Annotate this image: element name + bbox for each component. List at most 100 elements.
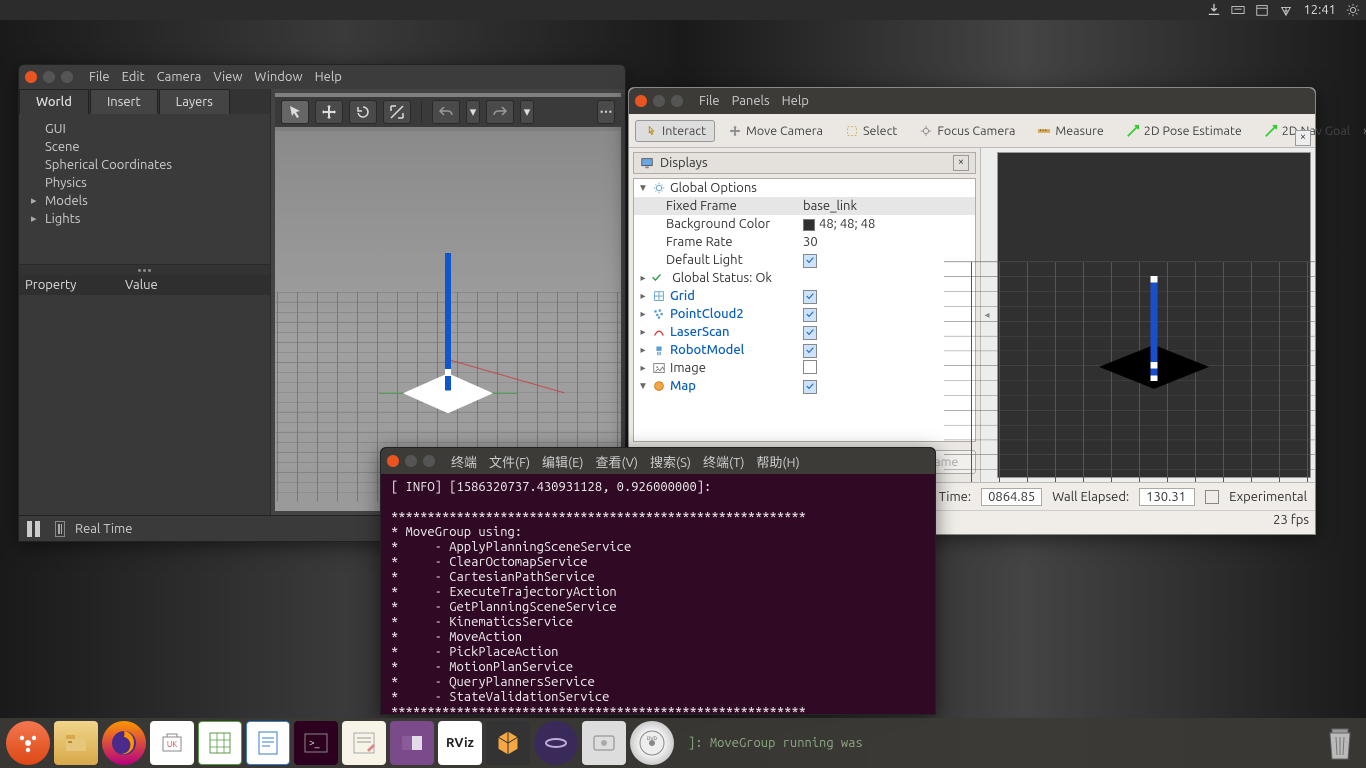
menu-terminal[interactable]: 终端 [451,452,477,471]
dock-disk-icon[interactable] [582,721,626,765]
dock-gazebo-icon[interactable] [486,721,530,765]
dock-calc-icon[interactable] [198,721,242,765]
svg-text:>_: >_ [309,737,320,748]
experimental-checkbox[interactable] [1205,490,1219,504]
image-checkbox[interactable] [803,360,817,374]
dock-writer-icon[interactable] [246,721,290,765]
maximize-icon[interactable] [423,455,435,467]
tool-move-icon[interactable] [315,100,343,124]
calendar-icon[interactable] [1255,3,1269,17]
tree-gui[interactable]: GUI [23,120,266,138]
tool-move-camera[interactable]: Move Camera [719,120,832,142]
close-icon[interactable] [387,455,399,467]
tool-undo-icon[interactable] [432,100,460,124]
menu-terminal2[interactable]: 终端(T) [703,452,744,471]
tool-select[interactable]: Select [836,120,906,142]
minimize-icon[interactable] [653,95,665,107]
tool-redo-dropdown-icon[interactable]: ▾ [520,100,534,124]
dock-rviz-icon[interactable]: RViz [438,721,482,765]
pause-button[interactable] [27,521,45,537]
close-icon[interactable] [25,71,37,83]
tool-interact[interactable]: Interact [635,120,715,142]
tool-rotate-icon[interactable] [349,100,377,124]
trash-icon[interactable] [1320,721,1360,765]
monitor-icon [640,156,654,170]
time-field[interactable]: 0864.85 [981,488,1042,506]
tab-insert[interactable]: Insert [90,89,158,114]
dock-software-icon[interactable]: UK [150,721,194,765]
menu-search[interactable]: 搜索(S) [650,452,691,471]
tool-more-icon[interactable]: ⋯ [597,100,615,124]
dock-terminal-icon[interactable]: >_ [294,721,338,765]
menu-view[interactable]: 查看(V) [596,452,638,471]
close-icon[interactable] [635,95,647,107]
tool-2d-pose[interactable]: 2D Pose Estimate [1117,120,1251,142]
minimize-icon[interactable] [405,455,417,467]
grid-checkbox[interactable] [803,290,817,304]
tree-physics[interactable]: Physics [23,174,266,192]
menu-file[interactable]: 文件(F) [489,452,530,471]
default-light-checkbox[interactable] [803,254,817,268]
laserscan-icon [652,325,666,339]
tool-select-icon[interactable] [281,100,309,124]
keyboard-icon[interactable] [1231,3,1245,17]
menu-help[interactable]: Help [782,94,809,108]
tab-layers[interactable]: Layers [159,89,230,114]
terminal-titlebar[interactable]: 终端 文件(F) 编辑(E) 查看(V) 搜索(S) 终端(T) 帮助(H) [381,448,935,474]
minimize-icon[interactable] [43,71,55,83]
tool-measure[interactable]: Measure [1028,120,1112,142]
maximize-icon[interactable] [61,71,73,83]
menu-help[interactable]: Help [315,70,342,84]
grid-icon [652,289,666,303]
rviz-3d-view[interactable] [997,152,1311,478]
dock-eclipse-icon[interactable] [534,721,578,765]
tree-models[interactable]: Models [23,192,266,210]
tool-redo-icon[interactable] [486,100,514,124]
menu-help[interactable]: 帮助(H) [756,452,799,471]
dock-dvd-icon[interactable]: DVD [630,721,674,765]
terminal-window[interactable]: 终端 文件(F) 编辑(E) 查看(V) 搜索(S) 终端(T) 帮助(H) [… [380,447,936,715]
menu-file[interactable]: File [89,70,110,84]
tool-focus-camera[interactable]: Focus Camera [910,120,1024,142]
pointcloud-checkbox[interactable] [803,308,817,322]
map-checkbox[interactable] [803,380,817,394]
tool-undo-dropdown-icon[interactable]: ▾ [466,100,480,124]
dock-dash-icon[interactable] [6,721,50,765]
gazebo-titlebar[interactable]: File Edit Camera View Window Help [19,65,625,89]
dock-editor-icon[interactable] [342,721,386,765]
clock-time[interactable]: 12:41 [1303,3,1336,17]
network-icon[interactable] [1279,3,1293,17]
dock-files-icon[interactable] [54,721,98,765]
menu-camera[interactable]: Camera [157,70,202,84]
menu-edit[interactable]: Edit [122,70,145,84]
menu-view[interactable]: View [213,70,242,84]
robotmodel-checkbox[interactable] [803,344,817,358]
tree-lights[interactable]: Lights [23,210,266,228]
displays-tree[interactable]: ▼Global Options Fixed Framebase_link Bac… [633,178,976,442]
dock-firefox-icon[interactable] [102,721,146,765]
dock: UK >_ RViz DVD ]: MoveGroup running was [0,718,1366,768]
laserscan-checkbox[interactable] [803,326,817,340]
close-panel-icon[interactable]: × [953,155,969,171]
tool-scale-icon[interactable] [383,100,411,124]
menu-window[interactable]: Window [254,70,302,84]
gear-icon[interactable] [1346,3,1360,17]
realtime-label: Real Time [75,522,132,536]
menu-file[interactable]: File [699,94,720,108]
dock-app-icon[interactable] [390,721,434,765]
menu-panels[interactable]: Panels [732,94,770,108]
menu-edit[interactable]: 编辑(E) [542,452,583,471]
tab-world[interactable]: World [19,89,89,114]
terminal-output[interactable]: [ INFO] [1586320737.430931128, 0.9260000… [381,474,935,714]
download-icon[interactable] [1207,3,1221,17]
tree-scene[interactable]: Scene [23,138,266,156]
tree-spherical[interactable]: Spherical Coordinates [23,156,266,174]
focus-icon [919,124,933,138]
step-button[interactable] [55,521,65,537]
props-col-value: Value [125,278,158,292]
maximize-icon[interactable] [671,95,683,107]
displays-title[interactable]: Displays × [633,152,976,174]
rviz-titlebar[interactable]: File Panels Help [629,88,1315,114]
gazebo-tree[interactable]: GUI Scene Spherical Coordinates Physics … [19,114,270,264]
wall-field[interactable]: 130.31 [1139,488,1195,506]
